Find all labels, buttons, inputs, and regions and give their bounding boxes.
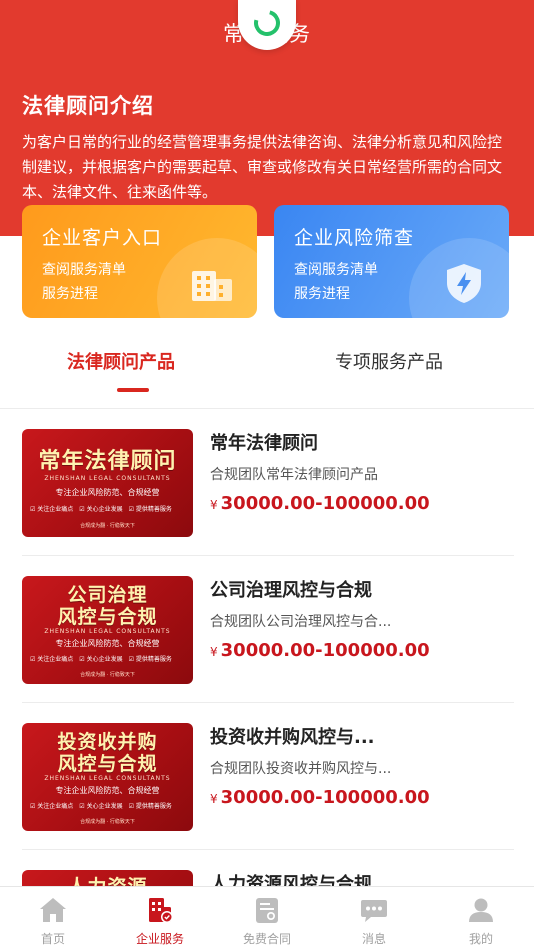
tab-free-contract[interactable]: 免费合同	[214, 887, 320, 950]
product-description: 合规团队常年法律顾问产品	[210, 467, 378, 483]
price-range: 30000.00-100000.00	[220, 640, 430, 661]
product-price: ¥30000.00-100000.00	[210, 640, 430, 661]
tab-enterprise-service[interactable]: 企业服务	[107, 887, 213, 950]
tab-home[interactable]: 首页	[0, 887, 106, 950]
thumb-footer: 合规成为翻 · 行稳致天下	[80, 819, 135, 825]
thumb-subtitle: ZHENSHAN LEGAL CONSULTANTS	[44, 628, 171, 635]
product-item[interactable]: 投资收并购 风控与合规 ZHENSHAN LEGAL CONSULTANTS 专…	[22, 703, 514, 850]
price-range: 30000.00-100000.00	[220, 787, 430, 808]
tab-legal-advisor-products[interactable]: 法律顾问产品	[67, 348, 175, 374]
thumb-headline: 风控与合规	[57, 606, 158, 628]
intro-title: 法律顾问介绍	[22, 94, 154, 118]
home-icon	[40, 898, 66, 922]
tab-label: 我的	[468, 932, 493, 946]
thumb-tagline: 专注企业风险防范、合规经营	[55, 786, 160, 795]
header-banner: 常年服务 法律顾问介绍 为客户日常的行业的经营管理事务提供法律咨询、法律分析意见…	[0, 0, 534, 236]
currency-symbol: ¥	[210, 792, 218, 806]
card-line: 查阅服务清单	[42, 262, 126, 278]
contract-icon	[256, 898, 278, 923]
risk-screening-card[interactable]: 企业风险筛查 查阅服务清单 服务进程	[274, 205, 509, 318]
thumb-features: ☑ 关注企业痛点 ☑ 关心企业发展 ☑ 提供精善服务	[30, 803, 172, 810]
product-item[interactable]: 常年法律顾问 ZHENSHAN LEGAL CONSULTANTS 专注企业风险…	[22, 409, 514, 556]
product-item[interactable]: 公司治理 风控与合规 ZHENSHAN LEGAL CONSULTANTS 专注…	[22, 556, 514, 703]
thumb-headline: 常年法律顾问	[38, 449, 177, 474]
card-line: 查阅服务清单	[294, 262, 378, 278]
thumb-subtitle: ZHENSHAN LEGAL CONSULTANTS	[44, 775, 171, 782]
product-thumbnail: 公司治理 风控与合规 ZHENSHAN LEGAL CONSULTANTS 专注…	[22, 576, 193, 684]
active-tab-indicator	[117, 388, 149, 392]
currency-symbol: ¥	[210, 498, 218, 512]
product-name: 投资收并购风控与...	[210, 727, 375, 748]
product-name: 公司治理风控与合规	[210, 580, 372, 601]
thumb-footer: 合规成为翻 · 行稳致天下	[80, 672, 135, 678]
product-name: 常年法律顾问	[210, 433, 318, 454]
thumb-headline: 风控与合规	[57, 753, 158, 775]
thumb-footer: 合规成为翻 · 行稳致天下	[80, 523, 135, 529]
building-icon	[192, 271, 232, 301]
product-price: ¥30000.00-100000.00	[210, 493, 430, 514]
thumb-tagline: 专注企业风险防范、合规经营	[55, 639, 160, 648]
card-line: 服务进程	[42, 286, 98, 302]
product-thumbnail: 投资收并购 风控与合规 ZHENSHAN LEGAL CONSULTANTS 专…	[22, 723, 193, 831]
currency-symbol: ¥	[210, 645, 218, 659]
product-tabs: 法律顾问产品 专项服务产品	[0, 330, 534, 402]
card-title: 企业风险筛查	[294, 227, 415, 249]
profile-icon	[469, 898, 493, 922]
tab-label: 免费合同	[242, 932, 291, 946]
shield-lightning-icon	[447, 264, 481, 303]
enterprise-service-icon	[149, 898, 173, 923]
product-price: ¥30000.00-100000.00	[210, 787, 430, 808]
thumb-features: ☑ 关注企业痛点 ☑ 关心企业发展 ☑ 提供精善服务	[30, 656, 172, 663]
product-description: 合规团队公司治理风控与合...	[210, 614, 392, 630]
thumb-tagline: 专注企业风险防范、合规经营	[55, 488, 160, 497]
tab-label: 消息	[361, 932, 386, 946]
thumb-subtitle: ZHENSHAN LEGAL CONSULTANTS	[44, 475, 171, 482]
tab-label: 首页	[40, 932, 65, 946]
enterprise-client-entry-card[interactable]: 企业客户入口 查阅服务清单 服务进程	[22, 205, 257, 318]
tab-special-service-products[interactable]: 专项服务产品	[335, 348, 443, 374]
card-line: 服务进程	[294, 286, 350, 302]
product-description: 合规团队投资收并购风控与...	[210, 761, 392, 777]
tab-messages[interactable]: 消息	[321, 887, 427, 950]
price-range: 30000.00-100000.00	[220, 493, 430, 514]
tab-profile[interactable]: 我的	[428, 887, 534, 950]
bottom-tab-bar: 首页 企业服务 免费合同 消息 我的	[0, 886, 534, 950]
thumb-features: ☑ 关注企业痛点 ☑ 关心企业发展 ☑ 提供精善服务	[30, 506, 172, 513]
card-title: 企业客户入口	[42, 227, 163, 249]
tab-label: 企业服务	[135, 932, 184, 946]
intro-text: 为客户日常的行业的经营管理事务提供法律咨询、法律分析意见和风险控制建议，并根据客…	[22, 133, 503, 201]
message-icon	[361, 900, 387, 922]
product-thumbnail: 常年法律顾问 ZHENSHAN LEGAL CONSULTANTS 专注企业风险…	[22, 429, 193, 537]
